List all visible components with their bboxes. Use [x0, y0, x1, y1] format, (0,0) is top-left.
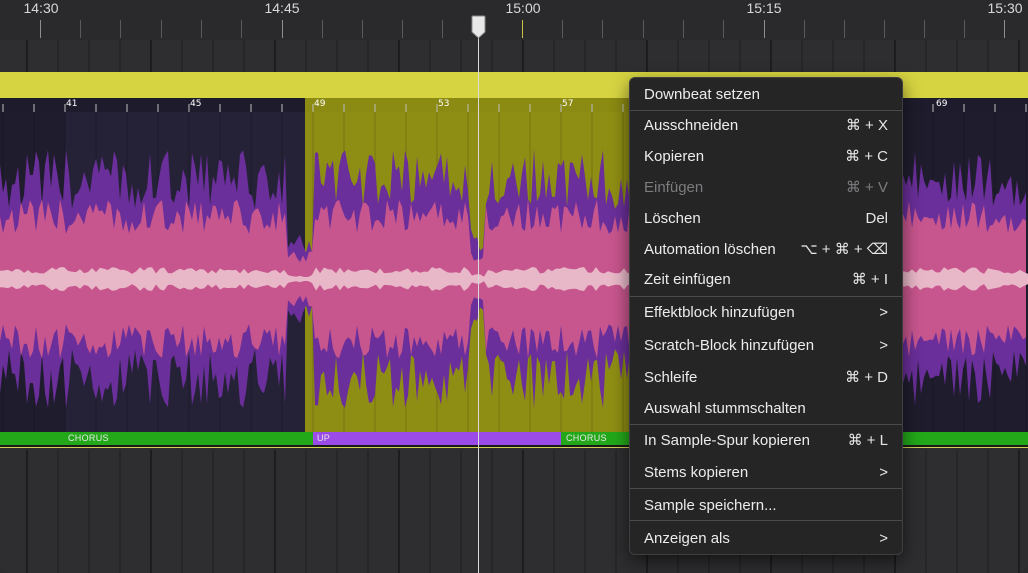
- menu-item-label: Effektblock hinzufügen: [644, 303, 795, 321]
- ruler-tick: [1004, 20, 1005, 38]
- ruler-tick: [161, 20, 162, 38]
- section-up-block[interactable]: [313, 432, 561, 445]
- shortcut-insert-time: ⌘ + I: [851, 271, 888, 288]
- menu-item-anzeigen-als[interactable]: Anzeigen als >: [630, 524, 902, 552]
- time-label-1530: 15:30: [987, 0, 1023, 16]
- section-label-up: UP: [317, 433, 331, 443]
- menu-item-label: Löschen: [644, 209, 701, 227]
- section-label-chorus-1: CHORUS: [68, 433, 109, 443]
- menu-separator: [630, 424, 902, 425]
- bar-number-57: 57: [562, 99, 574, 109]
- menu-separator: [630, 296, 902, 297]
- menu-item-label: Ausschneiden: [644, 116, 739, 134]
- ruler-tick: [643, 20, 644, 38]
- ruler-tick: [764, 20, 765, 38]
- playhead-handle[interactable]: [471, 15, 486, 39]
- ruler-tick: [80, 20, 81, 38]
- shortcut-copy-to-sample: ⌘ + L: [847, 432, 888, 449]
- shortcut-loop: ⌘ + D: [845, 369, 888, 386]
- menu-item-loeschen[interactable]: Löschen Del: [630, 204, 902, 232]
- chevron-right-icon: >: [879, 336, 888, 354]
- ruler-tick: [723, 20, 724, 38]
- ruler-tick: [322, 20, 323, 38]
- ruler-tick: [362, 20, 363, 38]
- playhead-line: [478, 20, 479, 573]
- menu-item-label: Anzeigen als: [644, 529, 730, 547]
- time-label-1430: 14:30: [23, 0, 59, 16]
- menu-item-auswahl-stummschalten[interactable]: Auswahl stummschalten: [630, 394, 902, 422]
- ruler-tick: [683, 20, 684, 38]
- menu-item-schleife[interactable]: Schleife ⌘ + D: [630, 363, 902, 391]
- time-ruler[interactable]: 14:30 14:45 15:00 15:15 15:30: [0, 0, 1028, 40]
- bar-number-41: 41: [66, 99, 78, 109]
- shortcut-clear-automation: ⌥ + ⌘ + ⌫: [800, 241, 888, 258]
- menu-item-label: Stems kopieren: [644, 463, 749, 481]
- beat-strip-selected: [305, 98, 629, 112]
- time-label-1445: 14:45: [264, 0, 300, 16]
- time-label-1515: 15:15: [746, 0, 782, 16]
- context-menu: Downbeat setzen Ausschneiden ⌘ + X Kopie…: [629, 77, 903, 555]
- menu-item-label: Scratch-Block hinzufügen: [644, 336, 815, 354]
- menu-item-label: In Sample-Spur kopieren: [644, 431, 810, 449]
- ruler-tick: [562, 20, 563, 38]
- menu-item-label: Kopieren: [644, 147, 705, 165]
- ruler-tick: [522, 20, 523, 38]
- menu-separator: [630, 488, 902, 489]
- ruler-tick: [804, 20, 805, 38]
- menu-item-effektblock-hinzufuegen[interactable]: Effektblock hinzufügen >: [630, 298, 902, 326]
- chevron-right-icon: >: [879, 463, 888, 481]
- chevron-right-icon: >: [879, 303, 888, 321]
- bar-number-69: 69: [936, 99, 948, 109]
- ruler-tick: [442, 20, 443, 38]
- time-label-1500: 15:00: [505, 0, 541, 16]
- menu-item-in-sample-spur-kopieren[interactable]: In Sample-Spur kopieren ⌘ + L: [630, 426, 902, 454]
- menu-item-stems-kopieren[interactable]: Stems kopieren >: [630, 458, 902, 486]
- ruler-tick: [120, 20, 121, 38]
- bar-number-49: 49: [314, 99, 326, 109]
- section-label-chorus-2: CHORUS: [566, 433, 607, 443]
- dj-timeline-app: 14:30 14:45 15:00 15:15 15:30 41 45 49 5…: [0, 0, 1028, 573]
- menu-item-label: Sample speichern...: [644, 496, 777, 514]
- menu-item-label: Auswahl stummschalten: [644, 399, 806, 417]
- ruler-tick: [402, 20, 403, 38]
- ruler-tick: [884, 20, 885, 38]
- ruler-tick: [40, 20, 41, 38]
- bar-number-53: 53: [438, 99, 450, 109]
- menu-item-ausschneiden[interactable]: Ausschneiden ⌘ + X: [630, 111, 902, 139]
- menu-item-downbeat-setzen[interactable]: Downbeat setzen: [630, 80, 902, 108]
- menu-item-label: Downbeat setzen: [644, 85, 760, 103]
- menu-item-zeit-einfuegen[interactable]: Zeit einfügen ⌘ + I: [630, 265, 902, 293]
- menu-separator: [630, 520, 902, 521]
- menu-item-automation-loeschen[interactable]: Automation löschen ⌥ + ⌘ + ⌫: [630, 235, 902, 263]
- ruler-tick: [241, 20, 242, 38]
- shortcut-paste: ⌘ + V: [845, 179, 888, 196]
- menu-item-label: Automation löschen: [644, 240, 776, 258]
- shortcut-delete: Del: [865, 209, 888, 227]
- ruler-tick: [964, 20, 965, 38]
- ruler-tick: [201, 20, 202, 38]
- menu-item-label: Einfügen: [644, 178, 704, 196]
- shortcut-cut: ⌘ + X: [845, 117, 888, 134]
- ruler-tick: [602, 20, 603, 38]
- bar-number-45: 45: [190, 99, 202, 109]
- ruler-tick: [844, 20, 845, 38]
- upper-lane[interactable]: [0, 40, 1028, 72]
- shortcut-copy: ⌘ + C: [845, 148, 888, 165]
- menu-item-label: Zeit einfügen: [644, 270, 731, 288]
- menu-item-label: Schleife: [644, 368, 698, 386]
- ruler-tick: [282, 20, 283, 38]
- upper-lane-grid: [26, 40, 1020, 72]
- menu-item-sample-speichern[interactable]: Sample speichern...: [630, 491, 902, 519]
- menu-item-kopieren[interactable]: Kopieren ⌘ + C: [630, 142, 902, 170]
- chevron-right-icon: >: [879, 529, 888, 547]
- menu-item-einfuegen: Einfügen ⌘ + V: [630, 173, 902, 201]
- ruler-tick: [924, 20, 925, 38]
- menu-item-scratch-block-hinzufuegen[interactable]: Scratch-Block hinzufügen >: [630, 331, 902, 359]
